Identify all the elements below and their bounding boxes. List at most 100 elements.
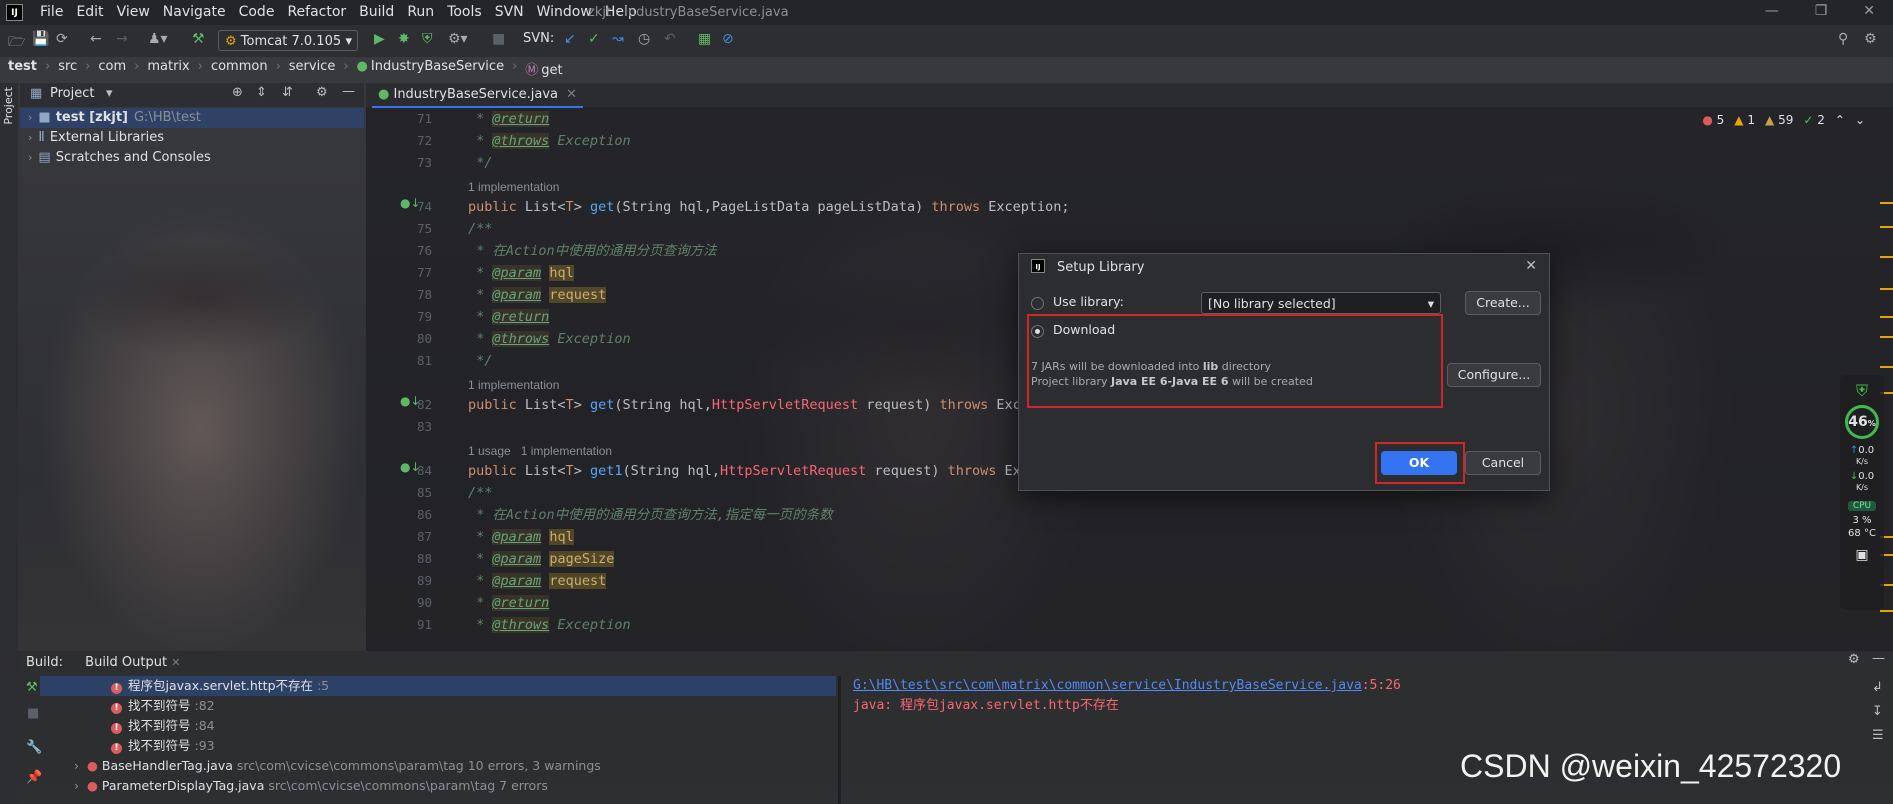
library-select[interactable]: [No library selected] ▾ xyxy=(1201,292,1441,314)
close-icon[interactable]: ✕ xyxy=(1525,258,1537,274)
soft-wrap-icon[interactable]: ↲ xyxy=(1872,680,1883,695)
build-hammer-icon[interactable]: ⚒ xyxy=(26,680,38,695)
back-icon[interactable]: ← xyxy=(90,31,102,47)
forward-icon[interactable]: → xyxy=(116,31,128,47)
settings-icon[interactable]: ⚙ xyxy=(1864,31,1877,47)
project-tree-item[interactable]: › ■ test [zkjt] G:\HB\test xyxy=(28,108,211,128)
close-window-icon[interactable]: ✕ xyxy=(1863,3,1875,19)
breadcrumb-item[interactable]: Ⓜget xyxy=(525,59,562,78)
build-output-console[interactable]: G:\HB\test\src\com\matrix\common\service… xyxy=(853,676,1401,716)
pin-icon[interactable]: 📌 xyxy=(26,770,42,785)
svn-revert-icon[interactable]: ↶ xyxy=(664,31,676,47)
locate-icon[interactable]: ⊕ xyxy=(232,85,243,100)
build-tree-item[interactable]: › ● BaseHandlerTag.java src\com\cvicse\com… xyxy=(74,756,601,776)
svn-history-icon[interactable]: ◷ xyxy=(638,31,650,47)
svn-commit-icon[interactable]: ✓ xyxy=(588,31,600,47)
expand-all-icon[interactable]: ⇵ xyxy=(282,85,293,100)
camera-icon[interactable]: ▣ xyxy=(1840,547,1884,563)
implement-marker-icon[interactable]: ●↓ xyxy=(400,460,421,474)
profile-icon[interactable]: ⚙▾ xyxy=(448,31,468,47)
menu-file[interactable]: File xyxy=(40,4,63,20)
code-vision-hint[interactable]: 1 implementation xyxy=(468,174,1070,196)
gear-icon[interactable]: ⚙ xyxy=(1848,652,1860,667)
svn-update-icon[interactable]: ↙ xyxy=(564,31,576,47)
breadcrumb-item[interactable]: service xyxy=(289,59,336,78)
project-panel-title[interactable]: Project xyxy=(50,86,94,101)
use-library-radio[interactable] xyxy=(1031,297,1044,310)
sync-icon[interactable]: ⟳ xyxy=(56,31,68,47)
breadcrumb-item[interactable]: common xyxy=(211,59,268,78)
download-radio[interactable] xyxy=(1031,325,1044,338)
svn-annotate-icon[interactable]: ▦ xyxy=(698,31,711,47)
build-tree-item[interactable]: ! 找不到符号 :93 xyxy=(108,736,601,756)
chevron-right-icon[interactable]: › xyxy=(28,131,32,144)
build-output-tab[interactable]: Build Output ✕ xyxy=(85,655,180,670)
project-tree-item[interactable]: › ▤ Scratches and Consoles xyxy=(28,148,211,168)
gear-icon[interactable]: ⚙ xyxy=(316,85,328,100)
user-icon[interactable]: ♟▾ xyxy=(148,31,168,47)
close-tab-icon[interactable]: ✕ xyxy=(566,87,577,102)
save-icon[interactable]: 💾 xyxy=(32,31,49,47)
create-button[interactable]: Create... xyxy=(1465,291,1541,315)
project-side-tab[interactable]: Project xyxy=(2,87,16,125)
ok-button[interactable]: OK xyxy=(1381,451,1457,475)
build-tree-item[interactable]: › ● ParameterDisplayTag.java src\com\cvics… xyxy=(74,776,601,796)
svn-compare-icon[interactable]: ↝ xyxy=(612,31,624,47)
build-tree-item[interactable]: ! 找不到符号 :84 xyxy=(108,716,601,736)
configure-button[interactable]: Configure... xyxy=(1447,363,1541,387)
menu-code[interactable]: Code xyxy=(239,4,275,20)
chevron-down-icon[interactable]: ▾ xyxy=(106,86,113,101)
error-file-link[interactable]: G:\HB\test\src\com\matrix\common\service… xyxy=(853,678,1362,693)
code-vision-hint[interactable]: 1 implementation xyxy=(468,372,1070,394)
breadcrumb-item[interactable]: matrix xyxy=(147,59,189,78)
svn-cleanup-icon[interactable]: ⊘ xyxy=(722,31,734,47)
run-icon[interactable]: ▶ xyxy=(374,31,385,47)
menu-refactor[interactable]: Refactor xyxy=(287,4,346,20)
menu-edit[interactable]: Edit xyxy=(76,4,103,20)
project-tree-item[interactable]: › Ⅱ External Libraries xyxy=(28,128,211,148)
chevron-right-icon[interactable]: › xyxy=(28,151,32,164)
menu-window[interactable]: Window xyxy=(537,4,592,20)
hide-panel-icon[interactable]: — xyxy=(342,84,355,99)
chevron-right-icon[interactable]: › xyxy=(74,758,79,773)
menu-tools[interactable]: Tools xyxy=(447,4,482,20)
filter-icon[interactable]: ☰ xyxy=(1872,728,1884,743)
scroll-end-icon[interactable]: ↧ xyxy=(1872,704,1883,719)
run-configuration-select[interactable]: ⚙ Tomcat 7.0.105 ▾ xyxy=(218,30,358,51)
menu-run[interactable]: Run xyxy=(407,4,434,20)
breadcrumb-item[interactable]: ● IndustryBaseService xyxy=(357,59,505,78)
menu-navigate[interactable]: Navigate xyxy=(163,4,226,20)
implement-marker-icon[interactable]: ●↓ xyxy=(400,196,421,210)
restore-icon[interactable]: ❐ xyxy=(1815,3,1828,19)
chevron-right-icon[interactable]: › xyxy=(74,778,79,793)
menu-view[interactable]: View xyxy=(117,4,150,20)
stop-build-icon[interactable]: ■ xyxy=(27,706,39,721)
menu-build[interactable]: Build xyxy=(359,4,394,20)
collapse-all-icon[interactable]: ⇕ xyxy=(256,85,267,100)
inspection-widget[interactable]: ● 5 ▲ 1 ▲ 59 ✓ 2 ⌃ ⌄ xyxy=(1702,113,1865,127)
breadcrumb-item[interactable]: src xyxy=(58,59,77,78)
close-tab-icon[interactable]: ✕ xyxy=(171,656,180,669)
menu-svn[interactable]: SVN xyxy=(495,4,524,20)
chevron-down-icon[interactable]: ⌄ xyxy=(1855,113,1865,127)
editor-tab[interactable]: ● IndustryBaseService.java ✕ xyxy=(372,84,584,108)
code-vision-hint[interactable]: 1 usage 1 implementation xyxy=(468,438,1070,460)
chevron-up-icon[interactable]: ⌃ xyxy=(1835,113,1845,127)
code-text[interactable]: * @return * @throws Exception */ 1 implem… xyxy=(468,108,1070,636)
minimize-icon[interactable]: — xyxy=(1765,3,1779,19)
breadcrumb-item[interactable]: test xyxy=(8,59,37,78)
hide-panel-icon[interactable]: — xyxy=(1872,651,1885,666)
cancel-button[interactable]: Cancel xyxy=(1465,451,1541,475)
coverage-icon[interactable]: ⛨ xyxy=(422,31,433,47)
build-hammer-icon[interactable]: ⚒ xyxy=(192,31,205,47)
chevron-right-icon[interactable]: › xyxy=(28,111,32,124)
build-tree-item[interactable]: ! 找不到符号 :82 xyxy=(108,696,601,716)
wrench-icon[interactable]: 🔧 xyxy=(26,740,42,755)
breadcrumb-item[interactable]: com xyxy=(98,59,126,78)
open-folder-icon[interactable]: 🗁 xyxy=(8,31,25,55)
debug-icon[interactable]: ✸ xyxy=(398,31,410,47)
stop-icon[interactable]: ■ xyxy=(492,31,505,47)
implement-marker-icon[interactable]: ●↓ xyxy=(400,394,421,408)
build-tree-item[interactable]: ! 程序包javax.servlet.http不存在 :5 xyxy=(108,676,601,696)
search-icon[interactable]: ⚲ xyxy=(1838,31,1848,47)
